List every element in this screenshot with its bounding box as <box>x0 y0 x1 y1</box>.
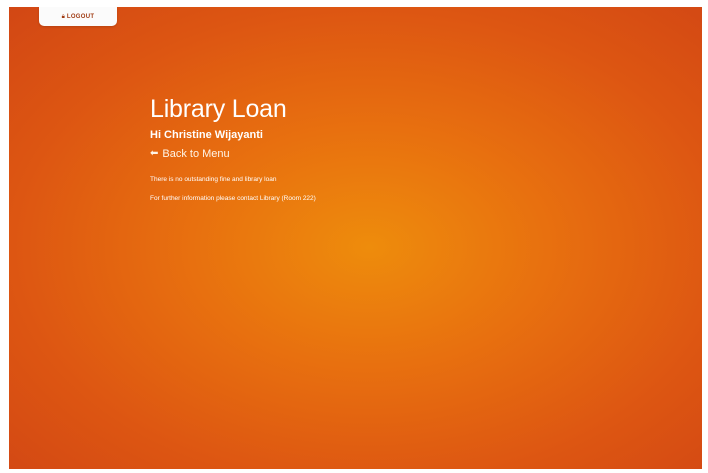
user-greeting: Hi Christine Wijayanti <box>150 129 263 141</box>
logout-label: LOGOUT <box>66 13 95 20</box>
loan-status-message: There is no outstanding fine and library… <box>150 176 277 183</box>
logout-button[interactable]: 🔒︎ LOGOUT <box>39 7 117 26</box>
main-content: Library Loan Hi Christine Wijayanti ⬅︎ B… <box>150 94 670 203</box>
page-title: Library Loan <box>150 95 287 123</box>
contact-message: For further information please contact L… <box>150 195 316 202</box>
app-background: 🔒︎ LOGOUT Library Loan Hi Christine Wija… <box>9 7 702 469</box>
back-to-menu-link[interactable]: ⬅︎ Back to Menu <box>150 147 670 161</box>
lock-icon: 🔒︎ <box>61 13 65 20</box>
back-to-menu-label: Back to Menu <box>162 148 230 160</box>
arrow-left-icon: ⬅︎ <box>150 148 159 159</box>
